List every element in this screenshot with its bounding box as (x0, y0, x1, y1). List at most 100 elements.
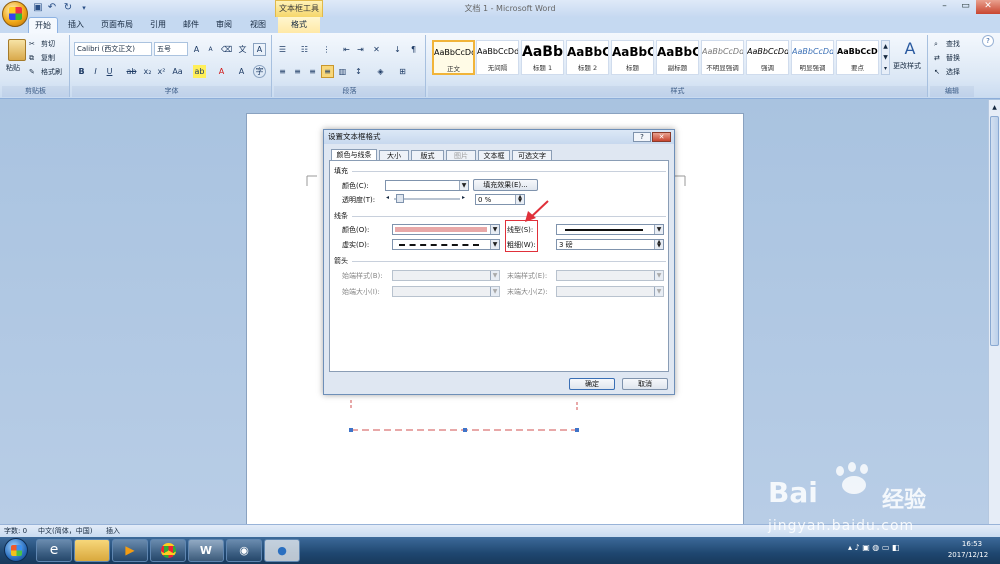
font-size-select[interactable]: 五号 (154, 42, 188, 56)
chrome-taskbar-icon[interactable] (150, 539, 186, 562)
style-intense-emphasis[interactable]: AaBbCcDd 明显强调 (791, 40, 834, 75)
dash-select[interactable]: ▼ (392, 239, 500, 250)
copy-icon[interactable]: ⧉ (29, 51, 34, 65)
justify-icon[interactable]: ≡ (321, 65, 334, 78)
bold-icon[interactable]: B (75, 65, 88, 78)
underline-icon[interactable]: U (103, 65, 116, 78)
center-icon[interactable]: ≡ (291, 65, 304, 78)
style-normal[interactable]: AaBbCcDd 正文 (432, 40, 475, 75)
tab-view[interactable]: 视图 (244, 17, 272, 33)
style-heading-1[interactable]: AaBb 标题 1 (521, 40, 564, 75)
transparency-slider[interactable]: ◂ ▸ (386, 194, 468, 204)
copy-button[interactable]: 复制 (41, 51, 55, 65)
style-subtle-emphasis[interactable]: AaBbCcDd 不明显强调 (701, 40, 744, 75)
font-name-select[interactable]: Calibri (西文正文) (74, 42, 152, 56)
shrink-font-icon[interactable]: A (204, 43, 217, 56)
line-style-select[interactable]: ▼ (556, 224, 664, 235)
format-painter-icon[interactable]: ✎ (29, 65, 35, 79)
show-marks-icon[interactable]: ¶ (407, 43, 420, 56)
tab-mailings[interactable]: 邮件 (177, 17, 205, 33)
highlight-icon[interactable]: ab (193, 65, 206, 78)
slider-thumb[interactable] (396, 194, 404, 203)
clear-format-icon[interactable]: ⌫ (220, 43, 233, 56)
char-border-icon[interactable]: A (253, 43, 266, 56)
enclose-char-icon[interactable]: 字 (253, 65, 266, 78)
strikethrough-icon[interactable]: ab (125, 65, 138, 78)
spinner-icon[interactable]: ▲ ▼ (654, 240, 663, 249)
font-color-icon[interactable]: A (215, 65, 228, 78)
subscript-icon[interactable]: x₂ (141, 65, 154, 78)
slider-right-icon[interactable]: ▸ (462, 194, 465, 201)
dialog-close-icon[interactable]: ✕ (652, 132, 671, 142)
ie-taskbar-icon[interactable]: e (36, 539, 72, 562)
increase-indent-icon[interactable]: ⇥ (354, 43, 367, 56)
line-weight-input[interactable]: 3 磅 ▲ ▼ (556, 239, 664, 250)
start-button[interactable] (4, 538, 28, 562)
change-case-icon[interactable]: Aa (171, 65, 184, 78)
change-styles-button[interactable]: 更改样式 (893, 59, 921, 73)
sort-icon[interactable]: ↓ (391, 43, 404, 56)
qat-customize-icon[interactable]: ▾ (78, 2, 90, 14)
line-color-select[interactable]: ▼ (392, 224, 500, 235)
tray-icons[interactable]: ▴ ♪ ▣ ◍ ▭ ◧ (848, 543, 900, 552)
align-left-icon[interactable]: ≡ (276, 65, 289, 78)
explorer-taskbar-icon[interactable] (74, 539, 110, 562)
change-styles-icon[interactable]: A (895, 39, 925, 58)
fill-effects-button[interactable]: 填充效果(E)... (473, 179, 538, 191)
tab-insert[interactable]: 插入 (62, 17, 90, 33)
format-painter-button[interactable]: 格式刷 (41, 65, 62, 79)
help-icon[interactable]: ? (982, 35, 994, 47)
paragraph-shading-icon[interactable]: ◈ (374, 65, 387, 78)
office-button[interactable] (2, 1, 28, 27)
maximize-icon[interactable]: ▭ (955, 0, 976, 14)
asian-layout-icon[interactable]: ✕ (370, 43, 383, 56)
multilevel-icon[interactable]: ⋮ (320, 43, 333, 56)
clock-date[interactable]: 2017/12/12 (944, 551, 992, 559)
style-no-spacing[interactable]: AaBbCcDd 无间隔 (476, 40, 519, 75)
italic-icon[interactable]: I (89, 65, 102, 78)
line-spacing-icon[interactable]: ↕ (352, 65, 365, 78)
align-right-icon[interactable]: ≡ (306, 65, 319, 78)
bullets-icon[interactable]: ☰ (276, 43, 289, 56)
select-button[interactable]: 选择 (946, 65, 960, 79)
tab-format[interactable]: 格式 (278, 17, 320, 33)
redo-icon[interactable]: ↻ (62, 2, 74, 14)
find-button[interactable]: 查找 (946, 37, 960, 51)
save-icon[interactable]: ▣ (32, 2, 44, 14)
decrease-indent-icon[interactable]: ⇤ (340, 43, 353, 56)
tab-references[interactable]: 引用 (144, 17, 172, 33)
tab-home[interactable]: 开始 (28, 17, 58, 33)
distributed-icon[interactable]: ▥ (336, 65, 349, 78)
numbering-icon[interactable]: ☷ (298, 43, 311, 56)
clock-time[interactable]: 16:53 (954, 540, 990, 548)
replace-button[interactable]: 替换 (946, 51, 960, 65)
grow-font-icon[interactable]: A (190, 43, 203, 56)
tab-page-layout[interactable]: 页面布局 (96, 17, 138, 33)
word-taskbar-icon[interactable]: W (188, 539, 224, 562)
style-heading-2[interactable]: AaBbC 标题 2 (566, 40, 609, 75)
vertical-scrollbar[interactable]: ▲ (988, 100, 1000, 524)
language-status[interactable]: 中文(简体，中国) (38, 525, 92, 537)
shading-icon[interactable]: A (235, 65, 248, 78)
style-title[interactable]: AaBbC 标题 (611, 40, 654, 75)
find-icon[interactable]: ⌕ (934, 37, 938, 51)
phonetic-icon[interactable]: 文 (236, 43, 249, 56)
fill-color-select[interactable]: ▼ (385, 180, 469, 191)
slider-left-icon[interactable]: ◂ (386, 194, 389, 201)
style-strong[interactable]: AaBbCcDd 要点 (836, 40, 879, 75)
dialog-help-icon[interactable]: ? (633, 132, 651, 142)
tab-review[interactable]: 审阅 (210, 17, 238, 33)
style-emphasis[interactable]: AaBbCcDd 强调 (746, 40, 789, 75)
camera-taskbar-icon[interactable]: ◉ (226, 539, 262, 562)
cut-button[interactable]: 剪切 (41, 37, 55, 51)
borders-icon[interactable]: ⊞ (396, 65, 409, 78)
ok-button[interactable]: 确定 (569, 378, 615, 390)
paste-icon[interactable] (8, 39, 26, 61)
undo-icon[interactable]: ↶ (46, 2, 58, 14)
baidu-taskbar-icon[interactable]: ● (264, 539, 300, 562)
media-player-taskbar-icon[interactable]: ▶ (112, 539, 148, 562)
cancel-button[interactable]: 取消 (622, 378, 668, 390)
close-icon[interactable]: ✕ (976, 0, 1000, 14)
insert-mode[interactable]: 插入 (106, 525, 120, 537)
select-icon[interactable]: ↖ (934, 65, 940, 79)
